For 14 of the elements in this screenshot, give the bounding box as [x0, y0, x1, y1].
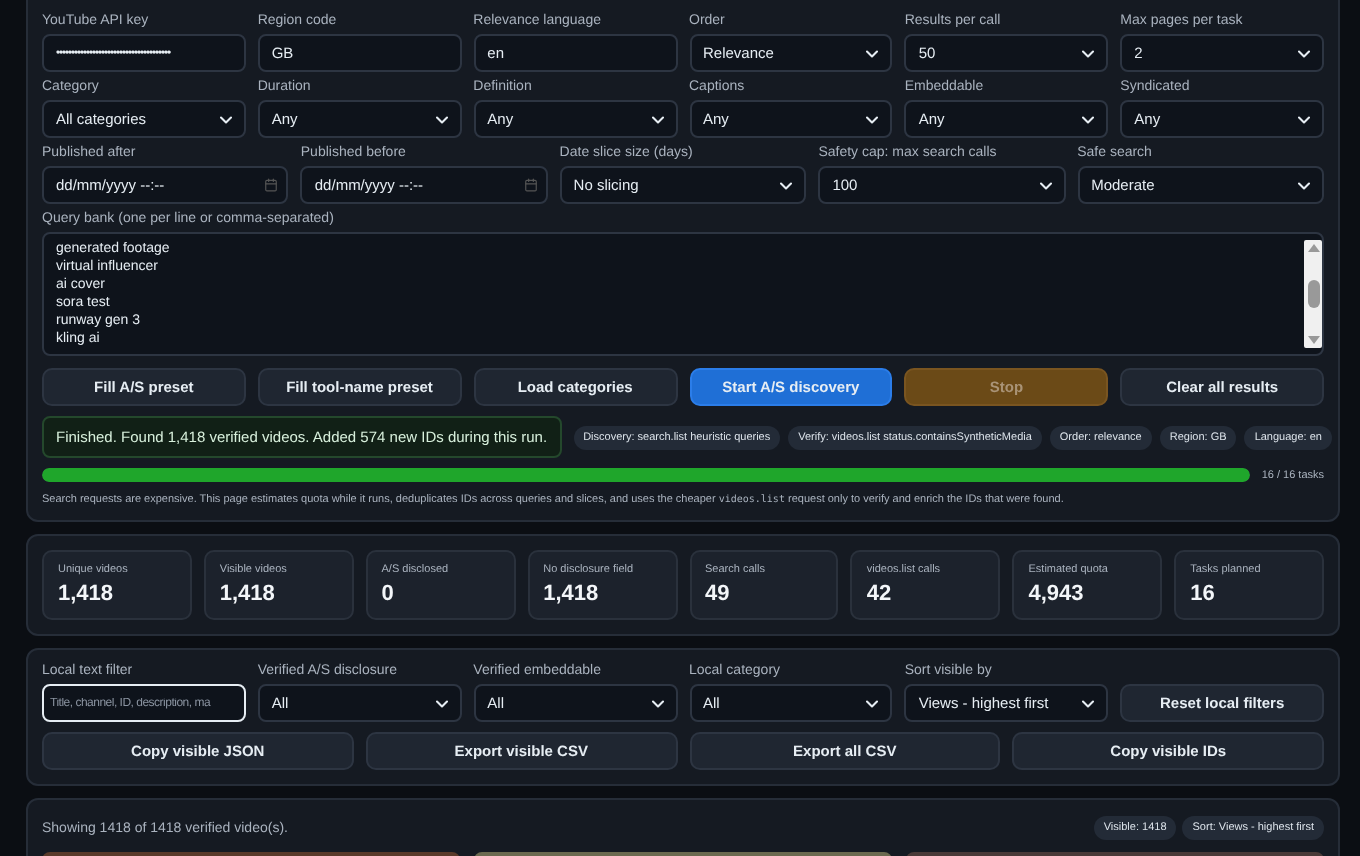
scroll-down-icon[interactable] [1307, 336, 1319, 344]
stat-value: 0 [381, 582, 396, 606]
stat-value: 49 [705, 582, 732, 606]
calendar-icon [523, 178, 538, 192]
scrollbar[interactable] [1304, 240, 1322, 348]
stat-value: 1,418 [543, 582, 601, 606]
scroll-up-icon[interactable] [1307, 244, 1319, 252]
stat-value: 16 [1190, 582, 1217, 606]
calendar-icon [264, 178, 279, 192]
stat-value: 1,418 [219, 582, 277, 606]
scroll-thumb[interactable] [1307, 280, 1319, 308]
stat-value: 42 [866, 582, 894, 606]
stat-value: 4,943 [1028, 582, 1086, 606]
stat-value: 1,418 [58, 582, 116, 606]
